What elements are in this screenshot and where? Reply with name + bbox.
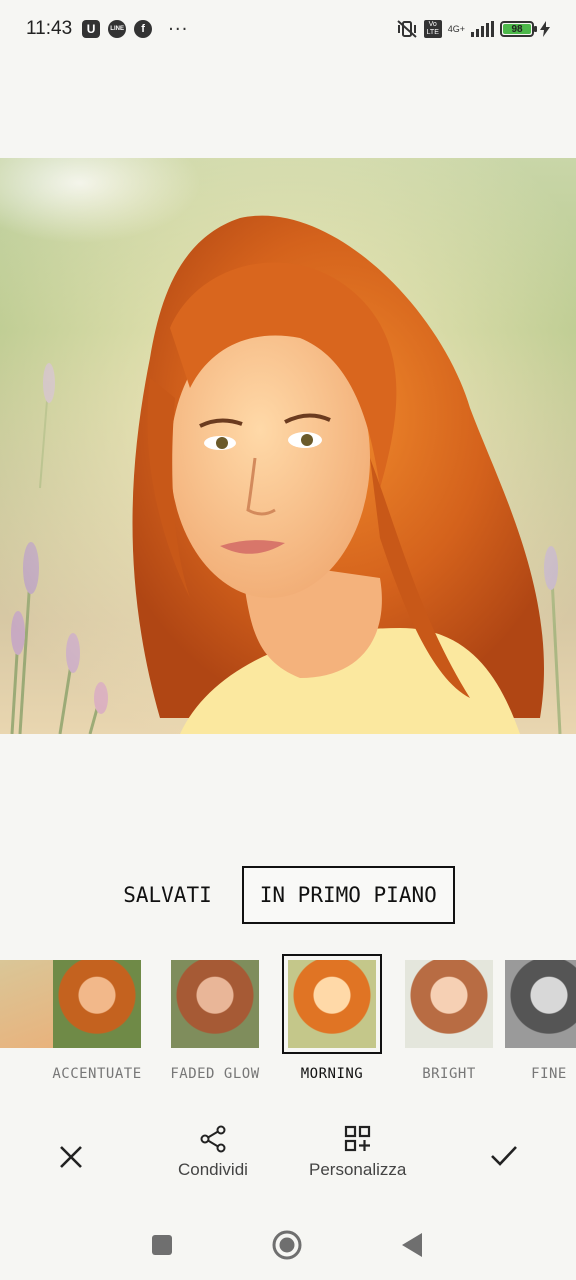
filter-thumbnail bbox=[405, 960, 493, 1048]
app-notification-icon: U bbox=[82, 20, 101, 38]
tab-salvati[interactable]: SALVATI bbox=[121, 866, 214, 924]
square-icon bbox=[152, 1235, 172, 1255]
circle-home-icon bbox=[272, 1230, 302, 1260]
check-icon bbox=[491, 1146, 517, 1166]
selected-filter-frame bbox=[282, 954, 382, 1054]
triangle-back-icon bbox=[402, 1233, 422, 1257]
filter-label: ACCENTUATE bbox=[52, 1066, 142, 1082]
filter-thumbnail bbox=[288, 960, 376, 1048]
battery-level: 98 bbox=[503, 24, 531, 35]
customize-label: Personalizza bbox=[309, 1160, 407, 1179]
share-icon bbox=[200, 1125, 226, 1153]
portrait-image bbox=[0, 158, 576, 734]
filter-fine[interactable]: FINE bbox=[494, 954, 576, 1082]
action-bar: Condividi Personalizza bbox=[0, 1118, 576, 1198]
status-bar: 11:43 U LINE f ··· Vo LTE 4G+ 98 bbox=[0, 0, 576, 58]
close-icon bbox=[60, 1146, 82, 1168]
filter-label: FINE bbox=[531, 1066, 567, 1082]
line-notification-icon: LINE bbox=[108, 20, 127, 38]
filter-tabs: SALVATI IN PRIMO PIANO bbox=[0, 866, 576, 924]
filter-label: MORNING bbox=[300, 1066, 364, 1082]
filter-label: FADED GLOW bbox=[170, 1066, 260, 1082]
filter-label: BRIGHT bbox=[422, 1066, 476, 1082]
filter-morning[interactable]: MORNING bbox=[277, 954, 387, 1082]
share-button[interactable]: Condividi bbox=[178, 1124, 248, 1180]
tab-in-primo-piano[interactable]: IN PRIMO PIANO bbox=[241, 866, 455, 924]
vibrate-off-icon bbox=[397, 20, 417, 38]
battery-icon: 98 bbox=[500, 21, 537, 37]
photo-preview[interactable] bbox=[0, 158, 576, 734]
signal-icon bbox=[471, 21, 494, 37]
close-button[interactable] bbox=[58, 1144, 84, 1170]
filter-bright[interactable]: BRIGHT bbox=[394, 954, 504, 1082]
filter-faded-glow[interactable]: FADED GLOW bbox=[160, 954, 270, 1082]
charging-icon bbox=[540, 21, 550, 37]
filter-thumbnail bbox=[171, 960, 259, 1048]
more-notifications-icon: ··· bbox=[168, 18, 189, 40]
customize-icon bbox=[344, 1125, 370, 1152]
confirm-button[interactable] bbox=[490, 1144, 518, 1168]
share-label: Condividi bbox=[178, 1160, 248, 1179]
filter-accentuate[interactable]: ACCENTUATE bbox=[42, 954, 152, 1082]
back-button[interactable] bbox=[401, 1232, 423, 1262]
filter-thumbnail bbox=[53, 960, 141, 1048]
network-type: 4G+ bbox=[447, 23, 465, 34]
home-button[interactable] bbox=[272, 1230, 302, 1264]
filter-thumbnail bbox=[505, 960, 576, 1048]
facebook-notification-icon: f bbox=[134, 20, 153, 38]
customize-button[interactable]: Personalizza bbox=[309, 1124, 406, 1180]
clock: 11:43 bbox=[26, 18, 73, 39]
system-navigation-bar bbox=[0, 1210, 576, 1280]
volte-icon: Vo LTE bbox=[423, 20, 442, 38]
recent-apps-button[interactable] bbox=[151, 1234, 173, 1260]
filter-strip[interactable]: ACCENTUATE FADED GLOW MORNING BRIGHT FIN… bbox=[0, 954, 576, 1094]
